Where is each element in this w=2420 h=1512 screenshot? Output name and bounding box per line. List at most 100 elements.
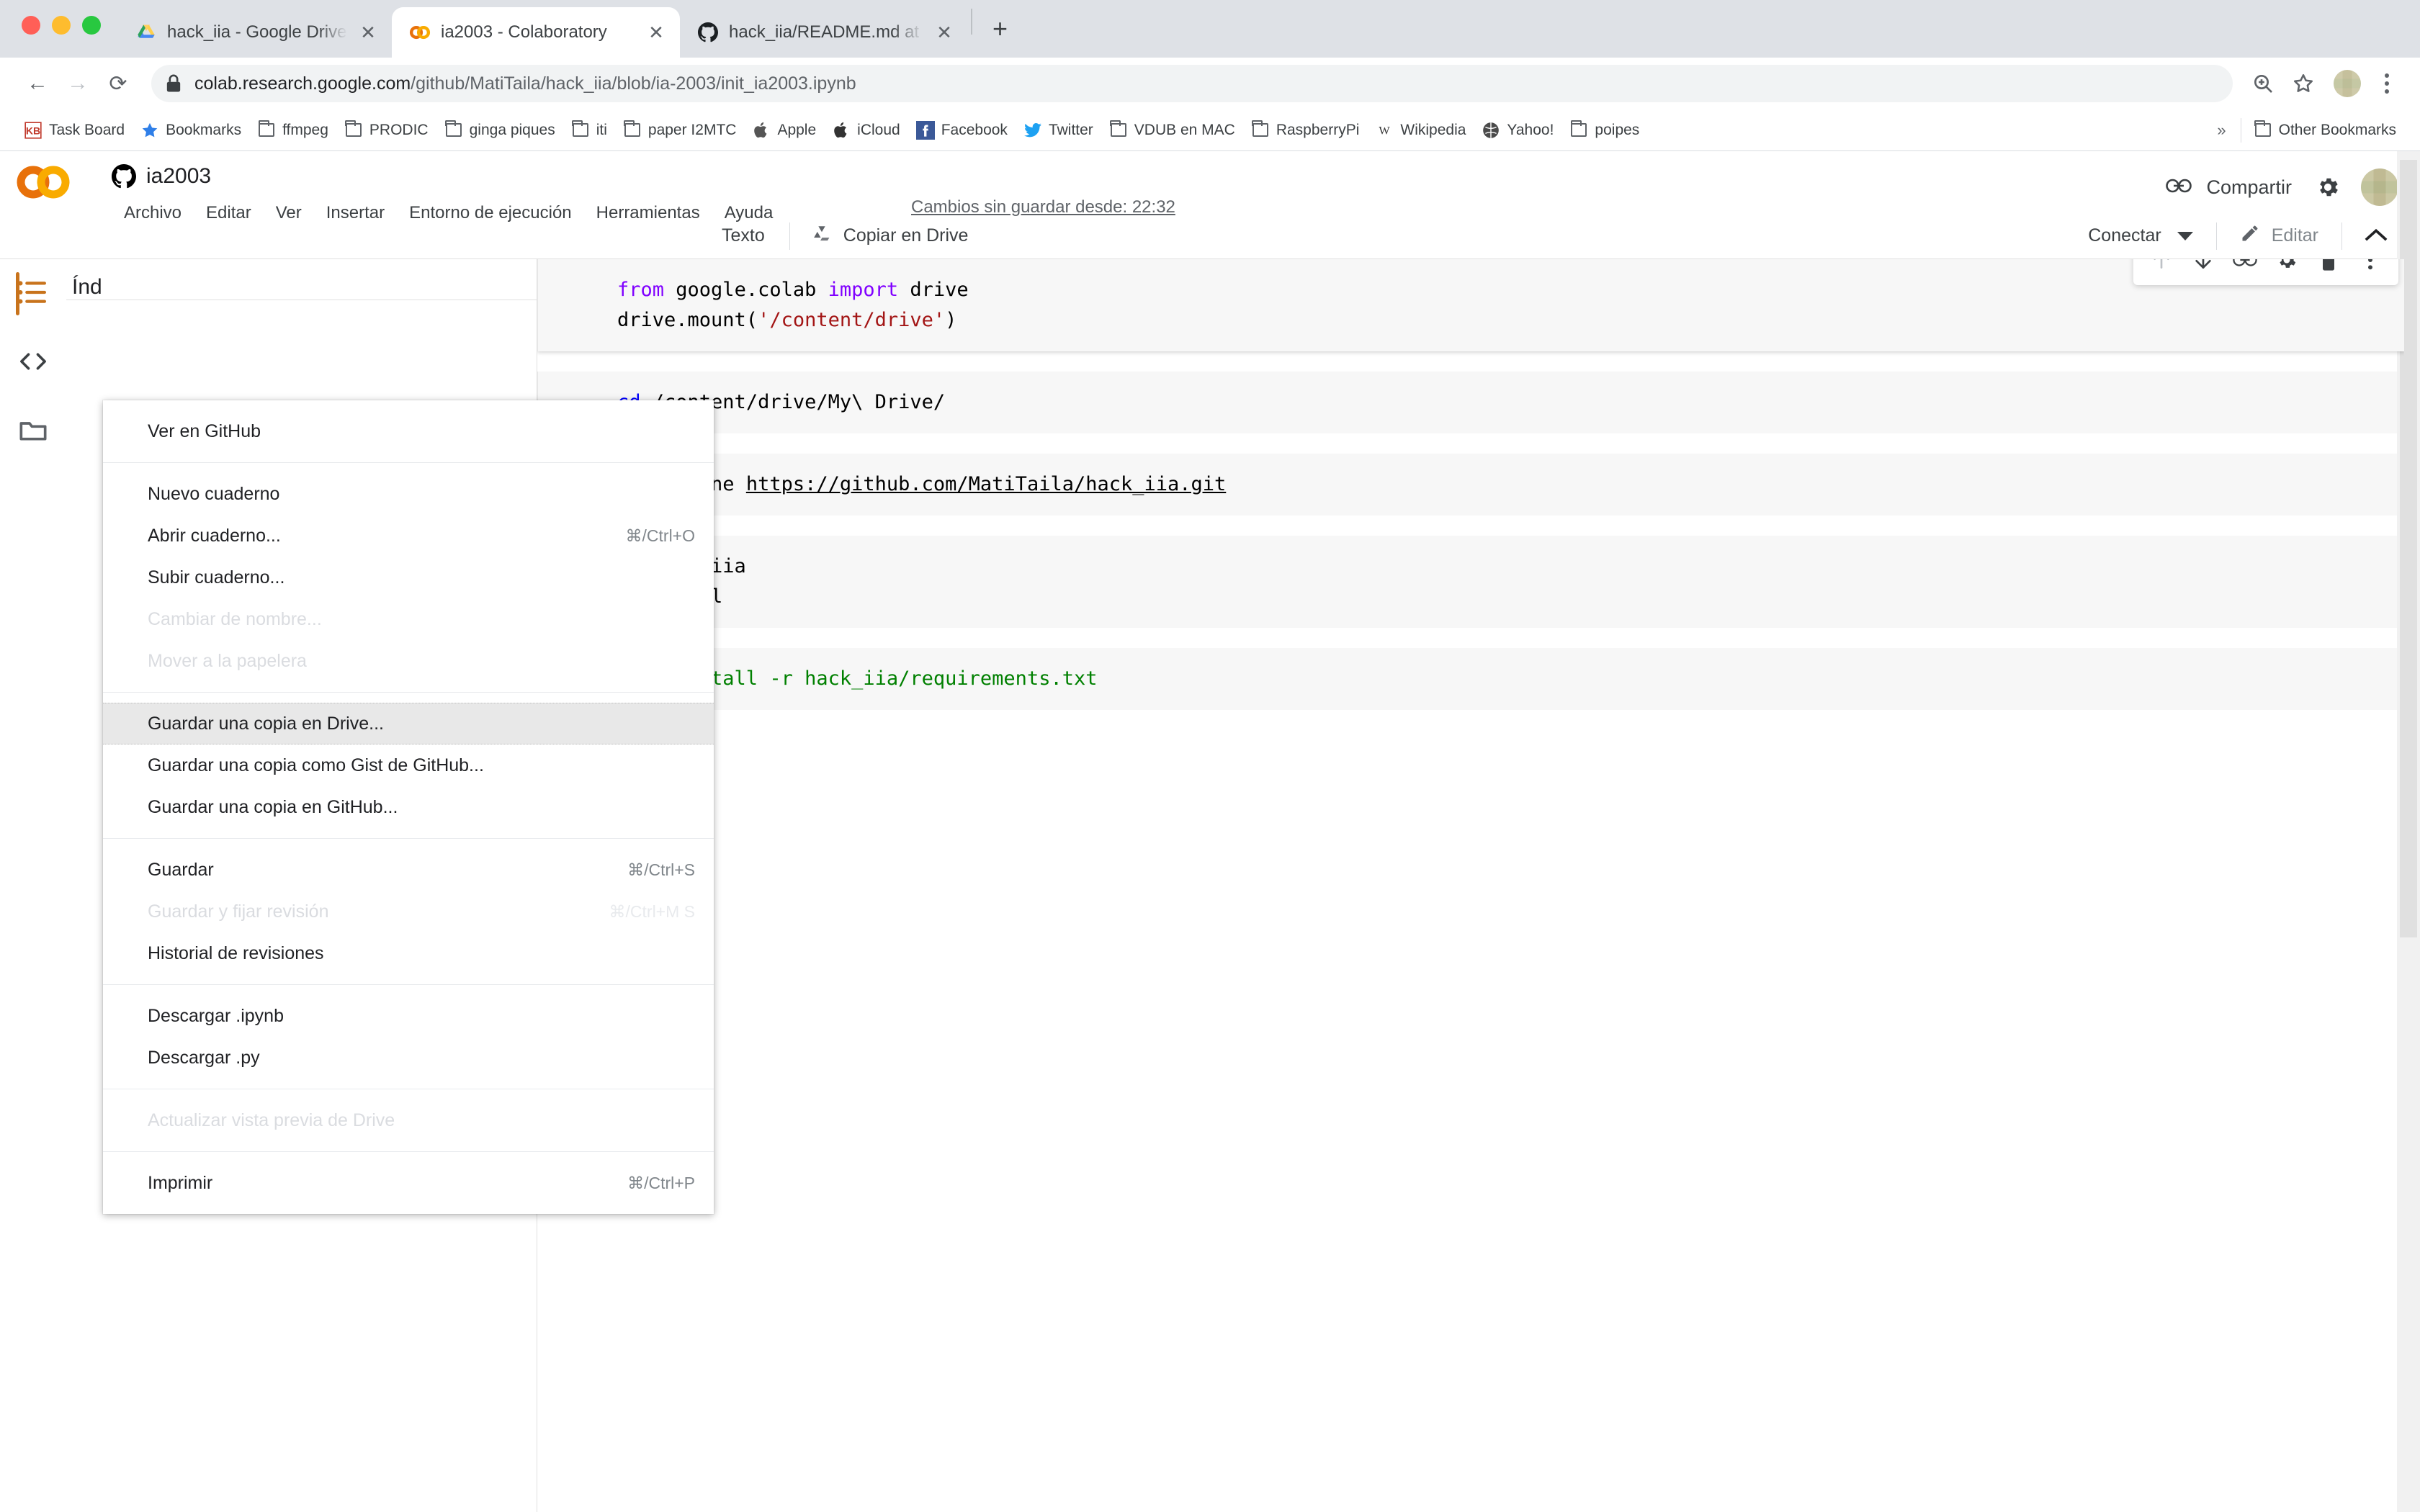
menu-item-guardar-una-copia-como-gist-de-github[interactable]: Guardar una copia como Gist de GitHub... <box>103 744 714 786</box>
chrome-menu-icon[interactable] <box>2371 63 2403 104</box>
back-icon[interactable]: ← <box>17 63 58 104</box>
minimize-window-button[interactable] <box>52 16 71 35</box>
bookmarks-overflow-icon[interactable]: » <box>2207 121 2236 140</box>
menu-item-guardar-y-fijar-revision: Guardar y fijar revisión ⌘/Ctrl+M S <box>103 891 714 932</box>
add-text-cell-button[interactable]: Texto <box>706 220 781 252</box>
archivo-dropdown-menu: Ver en GitHub Nuevo cuaderno Abrir cuade… <box>103 400 714 1214</box>
notebook-cell[interactable]: cd /content/drive/My\ Drive/ <box>537 372 2404 433</box>
menu-item-guardar[interactable]: Guardar ⌘/Ctrl+S <box>103 849 714 891</box>
new-tab-button[interactable]: + <box>975 16 1025 58</box>
bookmark-yahoo[interactable]: Yahoo! <box>1474 121 1561 140</box>
menu-item-descargar-ipynb[interactable]: Descargar .ipynb <box>103 995 714 1037</box>
colab-logo-icon <box>16 161 71 203</box>
share-button[interactable]: Compartir <box>2153 169 2305 206</box>
close-icon[interactable]: ✕ <box>933 22 955 44</box>
address-bar[interactable]: colab.research.google.com/github/MatiTai… <box>151 65 2233 102</box>
move-cell-down-icon[interactable] <box>2182 259 2224 281</box>
cell-code[interactable]: cd /content/drive/My\ Drive/ <box>537 372 2404 433</box>
connect-button[interactable]: Conectar <box>2074 220 2207 252</box>
cell-code[interactable]: cd hack_iia !git pull <box>537 536 2404 628</box>
browser-tab-github[interactable]: hack_iia/README.md at ia-2003 ✕ <box>680 7 968 58</box>
bookmark-label: VDUB en MAC <box>1134 121 1235 138</box>
sidebar-item-code-snippets[interactable] <box>0 328 66 397</box>
delete-cell-icon[interactable] <box>2308 259 2349 281</box>
toolbar-divider <box>2215 222 2217 250</box>
bookmark-star-icon[interactable] <box>2283 63 2323 104</box>
browser-tab-colab[interactable]: ia2003 - Colaboratory ✕ <box>392 7 680 58</box>
menu-item-nuevo-cuaderno[interactable]: Nuevo cuaderno <box>103 473 714 515</box>
facebook-icon <box>915 120 935 140</box>
menu-item-ver-en-github[interactable]: Ver en GitHub <box>103 410 714 452</box>
menu-item-guardar-una-copia-en-github[interactable]: Guardar una copia en GitHub... <box>103 786 714 828</box>
folder-icon <box>1109 120 1128 140</box>
menu-item-subir-cuaderno[interactable]: Subir cuaderno... <box>103 557 714 598</box>
menu-item-label: Historial de revisiones <box>148 942 324 963</box>
close-window-button[interactable] <box>22 16 40 35</box>
bookmark-label: paper I2MTC <box>647 121 737 138</box>
bookmark-paper-i2mtc[interactable]: paper I2MTC <box>615 120 745 140</box>
other-bookmarks-folder[interactable]: Other Bookmarks <box>2246 120 2404 140</box>
bookmark-twitter[interactable]: Twitter <box>1016 121 1101 140</box>
bookmark-vdub-en-mac[interactable]: VDUB en MAC <box>1101 120 1243 140</box>
bookmark-poipes[interactable]: poipes <box>1561 120 1647 140</box>
bookmark-apple[interactable]: Apple <box>744 121 824 140</box>
link-to-cell-icon[interactable] <box>2224 259 2266 281</box>
bookmark-facebook[interactable]: Facebook <box>908 120 1016 140</box>
menu-item-descargar-py[interactable]: Descargar .py <box>103 1037 714 1079</box>
move-cell-up-icon[interactable] <box>2141 259 2182 281</box>
bookmarks-bar: KB Task Board Bookmarks ffmpeg PRODIC gi… <box>0 109 2420 151</box>
close-icon[interactable]: ✕ <box>357 22 379 44</box>
bookmark-wikipedia[interactable]: W Wikipedia <box>1367 121 1474 140</box>
notebook-cell[interactable]: cd hack_iia !git pull <box>537 536 2404 628</box>
collapse-toolbar-chevron-up-icon[interactable] <box>2351 219 2401 253</box>
cell-spacer <box>537 351 2404 372</box>
menu-item-abrir-cuaderno[interactable]: Abrir cuaderno... ⌘/Ctrl+O <box>103 515 714 557</box>
menu-item-label: Guardar una copia en Drive... <box>148 713 384 734</box>
zoom-icon[interactable] <box>2243 63 2283 104</box>
bookmark-prodic[interactable]: PRODIC <box>336 120 436 140</box>
sidebar-item-table-of-contents[interactable] <box>0 259 66 328</box>
bookmark-iti[interactable]: iti <box>563 120 615 140</box>
bookmark-task-board[interactable]: KB Task Board <box>16 121 133 140</box>
bookmark-bookmarks[interactable]: Bookmarks <box>133 121 249 140</box>
folder-icon <box>623 120 642 140</box>
apple-icon <box>832 121 851 140</box>
reload-icon[interactable]: ⟳ <box>98 63 138 104</box>
browser-profile-avatar[interactable] <box>2334 70 2361 97</box>
notebook-cell[interactable]: from google.colab import drive drive.mou… <box>537 259 2404 351</box>
menu-item-guardar-una-copia-en-drive[interactable]: Guardar una copia en Drive... <box>103 703 714 744</box>
bookmark-icloud[interactable]: iCloud <box>824 121 908 140</box>
copy-to-drive-button[interactable]: Copiar en Drive <box>799 218 982 253</box>
code-url[interactable]: https://github.com/MatiTaila/hack_iia.gi… <box>746 473 1226 495</box>
settings-gear-icon[interactable] <box>2305 164 2351 210</box>
folder-icon <box>1569 120 1588 140</box>
menu-item-historial-de-revisiones[interactable]: Historial de revisiones <box>103 932 714 974</box>
sidebar-item-files[interactable] <box>0 397 66 467</box>
browser-tab-drive[interactable]: hack_iia - Google Drive ✕ <box>118 7 392 58</box>
cell-code[interactable]: from google.colab import drive drive.mou… <box>537 259 2404 351</box>
notebook-cell[interactable]: !git clone https://github.com/MatiTaila/… <box>537 454 2404 516</box>
notebook-cell[interactable]: !pip install -r hack_iia/requirements.tx… <box>537 648 2404 710</box>
cell-more-options-icon[interactable] <box>2349 259 2391 281</box>
bookmark-ginga-piques[interactable]: ginga piques <box>436 120 563 140</box>
cell-code[interactable]: !pip install -r hack_iia/requirements.tx… <box>537 648 2404 710</box>
bookmark-label: RaspberryPi <box>1276 121 1360 138</box>
cell-settings-gear-icon[interactable] <box>2266 259 2308 281</box>
maximize-window-button[interactable] <box>82 16 101 35</box>
copy-to-drive-label: Copiar en Drive <box>843 225 969 246</box>
bookmark-ffmpeg[interactable]: ffmpeg <box>249 120 336 140</box>
user-avatar[interactable] <box>2361 168 2398 206</box>
star-icon <box>140 121 159 140</box>
menu-item-imprimir[interactable]: Imprimir ⌘/Ctrl+P <box>103 1162 714 1204</box>
cell-code[interactable]: !git clone https://github.com/MatiTaila/… <box>537 454 2404 516</box>
close-icon[interactable]: ✕ <box>645 22 667 44</box>
forward-icon[interactable]: → <box>58 63 98 104</box>
bookmark-raspberrypi[interactable]: RaspberryPi <box>1243 120 1368 140</box>
page-scrollbar-track[interactable] <box>2397 151 2420 1512</box>
bookmark-label: iti <box>596 121 607 138</box>
edit-button[interactable]: Editar <box>2226 217 2333 254</box>
notebook-title-bar[interactable]: ia2003 <box>112 164 211 189</box>
bookmark-label: Wikipedia <box>1400 121 1466 138</box>
menu-item-label: Actualizar vista previa de Drive <box>148 1110 395 1130</box>
menu-item-label: Guardar una copia como Gist de GitHub... <box>148 755 484 775</box>
